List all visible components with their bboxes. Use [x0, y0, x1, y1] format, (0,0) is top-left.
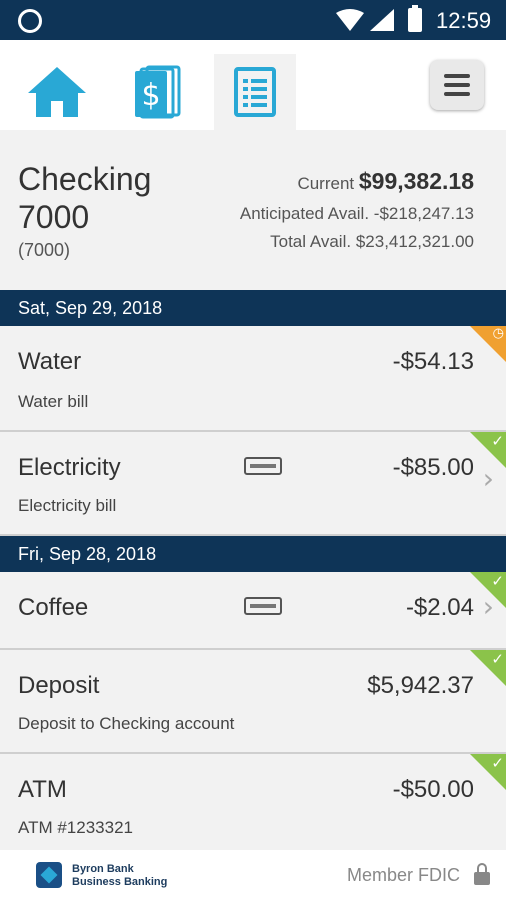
transaction-description: Deposit to Checking account	[18, 714, 235, 733]
clock-icon: ◷	[492, 326, 504, 341]
date-header: Fri, Sep 28, 2018	[0, 536, 506, 572]
home-icon	[28, 67, 86, 117]
total-balance-label: Total Avail.	[270, 232, 352, 251]
transaction-amount: -$50.00	[392, 776, 474, 803]
bank-brand: Byron Bank Business Banking	[72, 863, 167, 889]
check-icon: ✓	[491, 650, 504, 668]
status-time: 12:59	[436, 8, 492, 33]
anticipated-balance-value: -$218,247.13	[373, 204, 474, 223]
anticipated-balance-label: Anticipated Avail.	[239, 204, 370, 223]
lock-icon	[474, 863, 490, 885]
transaction-row[interactable]: Water Water bill -$54.13 ◷	[0, 326, 506, 432]
anticipated-balance-row: Anticipated Avail. -$218,247.13	[240, 204, 474, 224]
current-balance-label: Current	[297, 174, 355, 193]
wifi-icon	[336, 9, 364, 31]
current-balance-row: Current $99,382.18	[297, 168, 474, 195]
date-header: Sat, Sep 29, 2018	[0, 290, 506, 326]
transaction-amount: -$2.04	[405, 594, 474, 621]
menu-icon-bar	[444, 92, 470, 96]
transaction-description: Water bill	[18, 392, 89, 411]
account-number: (7000)	[18, 240, 71, 260]
check-icon: ✓	[491, 754, 504, 772]
transaction-amount: -$85.00	[392, 454, 474, 481]
ledger-icon	[234, 67, 276, 117]
account-summary: Checking 7000 (7000) Current $99,382.18 …	[0, 130, 506, 290]
transaction-title: ATM	[18, 776, 67, 803]
menu-icon-bar	[444, 83, 470, 87]
menu-button[interactable]	[430, 60, 484, 110]
footer: Byron Bank Business Banking Member FDIC	[0, 850, 506, 900]
transaction-amount: -$54.13	[392, 348, 474, 375]
transaction-title: Deposit	[18, 672, 100, 699]
total-balance-value: $23,412,321.00	[355, 232, 474, 251]
transaction-title: Coffee	[18, 594, 89, 621]
top-nav: $	[0, 40, 506, 130]
transaction-amount: $5,942.37	[367, 672, 474, 699]
nav-home[interactable]	[16, 54, 98, 130]
card-icon	[244, 597, 282, 615]
member-fdic-label: Member FDIC	[346, 865, 460, 885]
transaction-description: ATM #1233321	[18, 818, 133, 837]
bank-logo-icon	[36, 862, 62, 888]
transaction-row[interactable]: Deposit Deposit to Checking account $5,9…	[0, 650, 506, 754]
card-icon	[244, 457, 282, 475]
battery-icon	[408, 5, 422, 32]
dollar-icon: $	[135, 65, 181, 119]
transaction-row[interactable]: Electricity Electricity bill -$85.00 › ✓	[0, 432, 506, 536]
nav-transactions[interactable]	[214, 54, 296, 130]
nav-accounts[interactable]: $	[116, 54, 198, 130]
status-bar: 12:59	[0, 0, 506, 40]
transaction-row[interactable]: Coffee -$2.04 › ✓	[0, 572, 506, 650]
current-balance-value: $99,382.18	[358, 168, 474, 194]
menu-icon-bar	[444, 74, 470, 78]
check-icon: ✓	[491, 572, 504, 590]
svg-text:$: $	[141, 78, 160, 113]
signal-icon	[370, 9, 394, 31]
account-name: Checking 7000	[18, 161, 152, 235]
transaction-row[interactable]: ATM ATM #1233321 -$50.00 ✓	[0, 754, 506, 850]
transaction-title: Electricity	[18, 454, 121, 481]
transaction-title: Water	[18, 348, 82, 375]
check-icon: ✓	[491, 432, 504, 450]
brand-line-2: Business Banking	[72, 876, 168, 888]
notification-circle-icon	[18, 9, 42, 33]
total-balance-row: Total Avail. $23,412,321.00	[270, 232, 474, 252]
brand-line-1: Byron Bank	[72, 863, 134, 875]
transaction-description: Electricity bill	[18, 496, 117, 515]
